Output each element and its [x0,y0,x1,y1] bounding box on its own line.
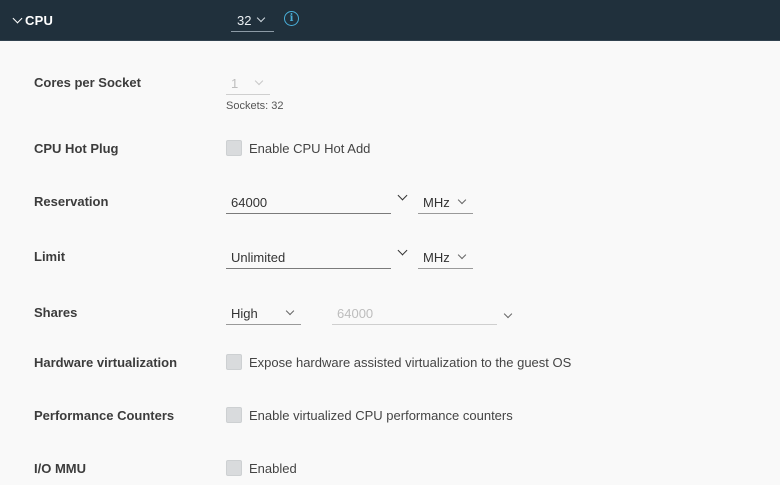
io-mmu-checkbox-label: Enabled [249,460,297,476]
chevron-down-icon [254,76,264,86]
shares-label: Shares [34,305,78,320]
reservation-value: 64000 [231,194,268,210]
cpu-hot-add-option: Enable CPU Hot Add [226,140,370,156]
cpu-count-select[interactable]: 32 [231,9,274,32]
chevron-down-icon [457,195,467,205]
shares-value-input[interactable]: 64000 [332,302,497,325]
chevron-down-icon [457,250,467,260]
shares-level-select[interactable]: High [226,302,301,325]
io-mmu-label: I/O MMU [34,461,86,476]
hardware-virtualization-checkbox-label: Expose hardware assisted virtualization … [249,354,572,370]
cpu-section-toggle[interactable]: CPU [10,11,53,29]
cpu-section-header: CPU 32 i [0,0,780,41]
limit-dropdown-chevron-icon[interactable] [397,245,408,256]
performance-counters-checkbox[interactable] [226,407,242,423]
shares-value: 64000 [337,305,374,321]
section-title: CPU [25,12,54,28]
cores-per-socket-label: Cores per Socket [34,75,141,90]
cpu-hot-plug-label: CPU Hot Plug [34,141,119,156]
performance-counters-checkbox-label: Enable virtualized CPU performance count… [249,407,513,423]
cpu-hot-add-label: Enable CPU Hot Add [249,140,371,156]
hardware-virtualization-checkbox[interactable] [226,354,242,370]
cpu-hot-add-checkbox[interactable] [226,140,242,156]
reservation-dropdown-chevron-icon[interactable] [397,190,408,201]
io-mmu-checkbox[interactable] [226,460,242,476]
reservation-unit-value: MHz [423,194,450,210]
cores-per-socket-value: 1 [231,75,239,91]
io-mmu-option: Enabled [226,460,297,476]
performance-counters-label: Performance Counters [34,408,175,423]
shares-level-value: High [231,305,258,321]
limit-label: Limit [34,249,66,264]
hardware-virtualization-option: Expose hardware assisted virtualization … [226,354,571,370]
limit-unit-value: MHz [423,249,450,265]
reservation-unit-select[interactable]: MHz [418,191,473,214]
chevron-down-icon [12,13,23,23]
reservation-input[interactable]: 64000 [226,191,391,214]
shares-dropdown-chevron-icon[interactable] [503,309,513,319]
limit-unit-select[interactable]: MHz [418,246,473,269]
performance-counters-option: Enable virtualized CPU performance count… [226,407,513,423]
hardware-virtualization-label: Hardware virtualization [34,355,178,370]
chevron-down-icon [285,306,295,316]
sockets-helper-text: Sockets: 32 [226,100,284,112]
chevron-down-icon [257,13,266,23]
limit-input[interactable]: Unlimited [226,246,391,269]
info-icon[interactable]: i [284,11,299,26]
cpu-count-value: 32 [237,12,252,28]
limit-value: Unlimited [231,249,286,265]
reservation-label: Reservation [34,194,109,209]
cores-per-socket-select[interactable]: 1 [226,72,270,95]
